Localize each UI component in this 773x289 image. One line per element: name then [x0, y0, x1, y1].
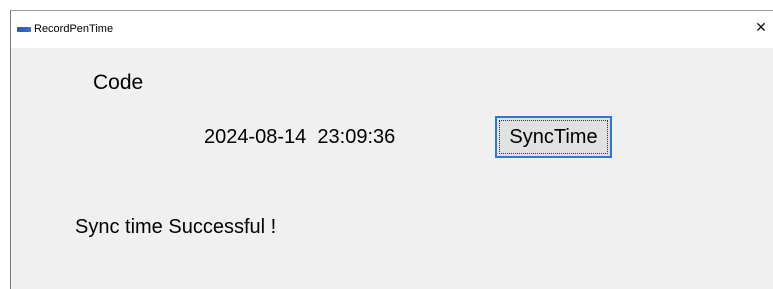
- window-title: RecordPenTime: [34, 23, 114, 35]
- sync-time-button-label: SyncTime: [499, 120, 608, 154]
- close-icon[interactable]: ✕: [749, 17, 773, 39]
- app-window: RecordPenTime ✕ Code 2024-08-14 23:09:36…: [10, 10, 773, 289]
- code-label: Code: [93, 71, 144, 94]
- status-message: Sync time Successful !: [75, 216, 277, 238]
- sync-time-button[interactable]: SyncTime: [495, 116, 612, 158]
- philips-app-icon: [17, 27, 31, 32]
- desktop-screen: RecordPenTime ✕ Code 2024-08-14 23:09:36…: [0, 0, 773, 289]
- title-bar[interactable]: RecordPenTime ✕: [11, 11, 773, 48]
- datetime-display: 2024-08-14 23:09:36: [204, 126, 396, 148]
